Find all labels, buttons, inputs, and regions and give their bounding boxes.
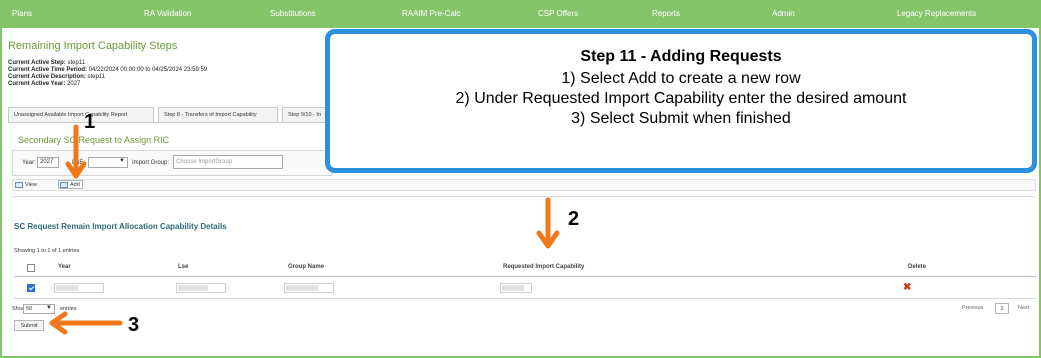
annotation-arrows (49, 124, 560, 335)
annotation-number-1: 1 (84, 111, 96, 133)
annotation-number-3: 3 (128, 314, 140, 336)
annotation-number-2: 2 (568, 208, 580, 230)
